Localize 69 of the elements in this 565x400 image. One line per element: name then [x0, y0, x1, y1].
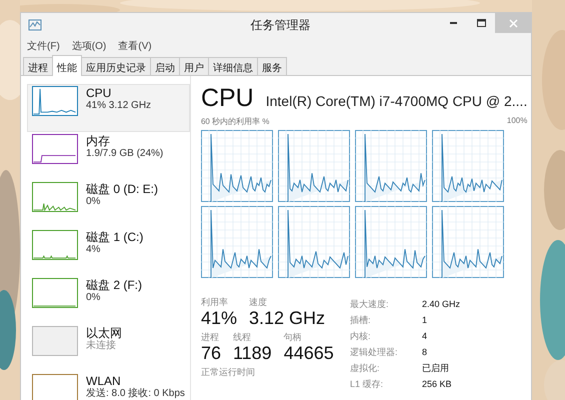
item-detail: 0% [86, 196, 102, 208]
window-title: 任务管理器 [250, 16, 312, 34]
spec-value: 已启用 [422, 362, 450, 375]
sidebar-item[interactable]: 磁盘 0 (D: E:) 0% [27, 180, 190, 228]
sidebar-item[interactable]: WLAN 发送: 8.0 接收: 0 Kbps [27, 372, 190, 400]
stat-label: 句柄 [284, 331, 303, 343]
item-name: 磁盘 1 (C:) [86, 230, 144, 244]
item-name: 内存 [86, 134, 111, 148]
maximize-icon [476, 19, 486, 27]
spec-label: 内核: [350, 330, 372, 343]
item-detail: 1.9/7.9 GB (24%) [86, 148, 164, 160]
sidebar-item[interactable]: CPU 41% 3.12 GHz [27, 84, 190, 132]
spec-label: 最大速度: [350, 298, 390, 311]
close-icon [508, 18, 518, 28]
item-name: 磁盘 2 (F:) [86, 278, 142, 292]
usage-graph-icon [32, 230, 78, 260]
usage-graph-icon [32, 326, 78, 356]
stat-value: 44665 [284, 343, 334, 364]
tab[interactable]: 服务 [257, 57, 287, 75]
item-name: 以太网 [86, 326, 122, 340]
spec-value: 1 [422, 314, 428, 327]
usage-graph-icon [32, 182, 78, 212]
tab[interactable]: 应用历史记录 [81, 57, 151, 75]
spec-label: 插槽: [350, 314, 372, 327]
spec-label: L1 缓存: [350, 378, 384, 391]
usage-graph-icon [32, 86, 78, 116]
sidebar-item[interactable]: 内存 1.9/7.9 GB (24%) [27, 132, 190, 180]
spec-value: 2.40 GHz [422, 298, 460, 311]
item-name: WLAN [86, 374, 122, 388]
stat-label: 线程 [232, 331, 252, 343]
item-name: 磁盘 0 (D: E:) [86, 182, 158, 196]
cpu-model: Intel(R) Core(TM) i7-4700MQ CPU @ 2.... [266, 93, 528, 109]
sidebar-item[interactable]: 磁盘 1 (C:) 4% [27, 228, 190, 276]
stat-value: 3.12 GHz [248, 308, 326, 329]
stat-label: 正常运行时间 [200, 366, 256, 378]
panel-title: CPU [200, 84, 254, 113]
stat-value: 1189 [232, 343, 272, 364]
tab[interactable]: 详细信息 [208, 57, 258, 75]
spec-label: 逻辑处理器: [350, 346, 398, 359]
spec-value: 4 [422, 330, 428, 343]
spec-value: 256 KB [422, 378, 452, 391]
graph-caption: 60 秒内的利用率 % [200, 116, 270, 127]
menu-item[interactable]: 文件(F) [27, 39, 60, 53]
menu-item[interactable]: 选项(O) [72, 39, 106, 53]
item-detail: 41% 3.12 GHz [86, 100, 152, 112]
item-detail: 4% [86, 244, 102, 256]
item-name: CPU [86, 86, 112, 100]
spec-label: 虚拟化: [350, 362, 380, 375]
tab[interactable]: 启动 [150, 57, 180, 75]
usage-graph-icon [32, 134, 78, 164]
sidebar-item[interactable]: 以太网 未连接 [27, 324, 190, 372]
graph-max-label: 100% [506, 116, 528, 127]
stat-label: 利用率 [200, 296, 229, 308]
tab[interactable]: 进程 [23, 57, 53, 75]
sidebar-item[interactable]: 磁盘 2 (F:) 0% [27, 276, 190, 324]
tab[interactable]: 用户 [179, 57, 209, 75]
menu-item[interactable]: 查看(V) [118, 39, 152, 53]
usage-graph-icon [32, 278, 78, 308]
spec-value: 8 [422, 346, 428, 359]
stat-label: 进程 [200, 331, 220, 343]
stat-value: 76 [200, 343, 221, 364]
item-detail: 发送: 8.0 接收: 0 Kbps [86, 388, 185, 400]
stat-value: 41% [200, 308, 237, 329]
minimize-icon [450, 22, 456, 24]
item-detail: 未连接 [86, 340, 117, 352]
item-detail: 0% [86, 292, 102, 304]
app-icon [28, 19, 42, 31]
stat-label: 速度 [248, 296, 268, 308]
tab[interactable]: 性能 [52, 55, 82, 76]
